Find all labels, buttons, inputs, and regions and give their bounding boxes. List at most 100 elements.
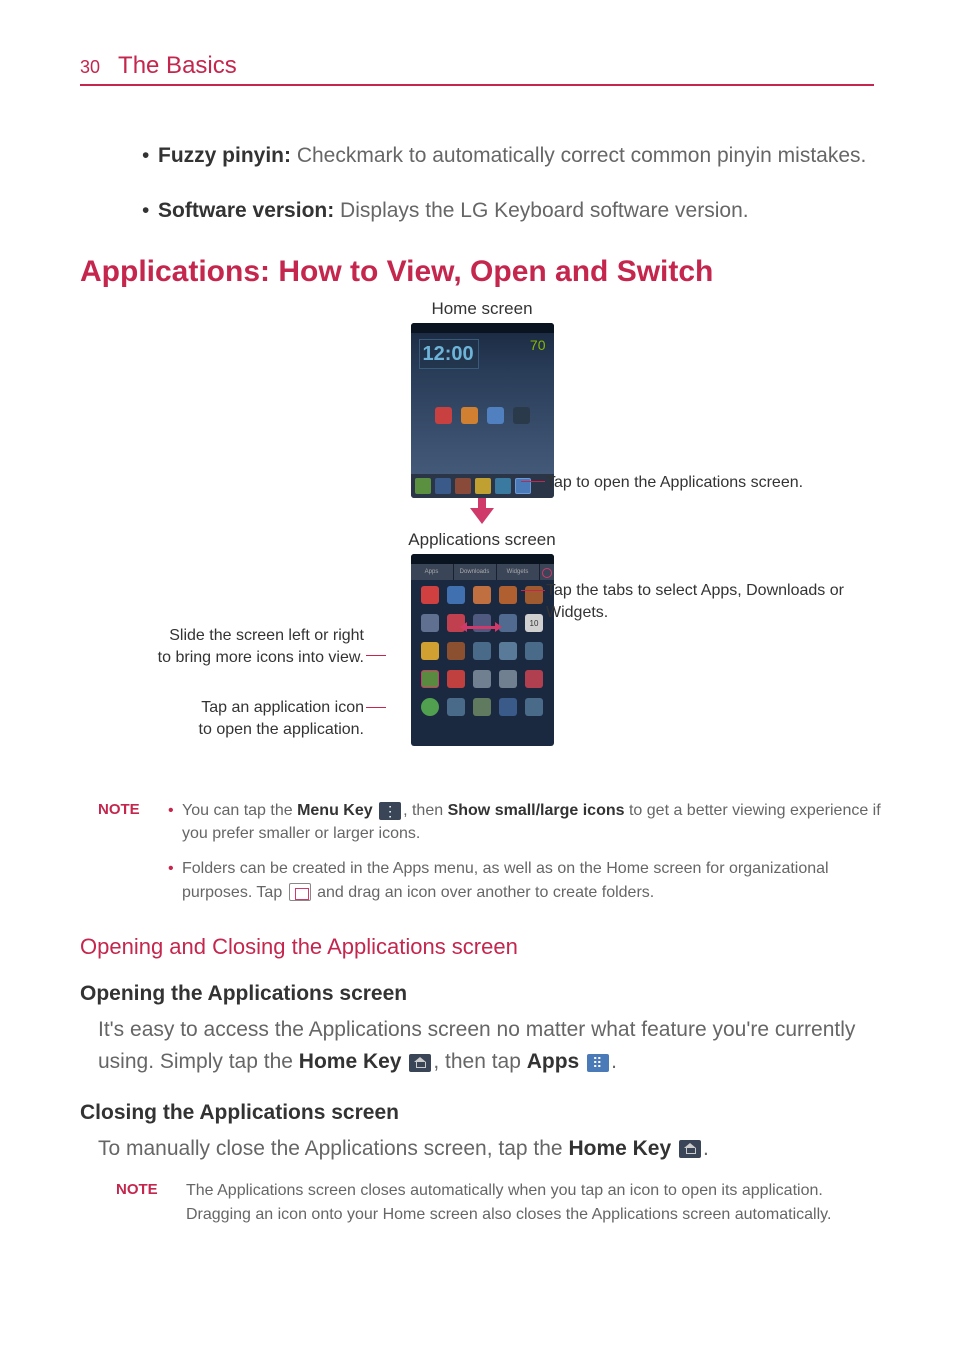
calendar-icon: 10: [525, 614, 543, 632]
home-key-icon: [409, 1054, 431, 1072]
note-label-2: NOTE: [116, 1179, 176, 1225]
app-icon: [499, 698, 517, 716]
closing-text: To manually close the Applications scree…: [80, 1133, 884, 1166]
heading-opening: Opening the Applications screen: [80, 982, 884, 1006]
bullet-software-version: • Software version: Displays the LG Keyb…: [80, 195, 884, 228]
opening-text-2: , then tap: [433, 1050, 526, 1073]
app-grid-row: [417, 642, 548, 660]
tab-downloads: Downloads: [454, 564, 497, 580]
app-grid-row: [417, 670, 548, 688]
highlighted-app-icon: [421, 670, 439, 688]
clock-widget: 12:00: [419, 339, 479, 369]
note-content-2: The Applications screen closes automatic…: [186, 1179, 884, 1225]
home-screen-mockup: 12:00 70: [411, 323, 554, 498]
dock-bar: [411, 474, 554, 498]
page-number: 30: [80, 57, 100, 78]
software-version-text: Displays the LG Keyboard software versio…: [334, 199, 748, 222]
dock-icon: [455, 478, 471, 494]
app-icon: [513, 407, 530, 424]
bullet-fuzzy-pinyin: • Fuzzy pinyin: Checkmark to automatical…: [80, 140, 884, 173]
app-icon: [447, 642, 465, 660]
callout-line: [521, 481, 545, 482]
show-icons-label: Show small/large icons: [448, 802, 625, 819]
home-screen-label: Home screen: [80, 299, 884, 319]
callout-line: [521, 590, 545, 591]
horizontal-arrow-icon: [466, 626, 496, 629]
software-version-label: Software version:: [158, 199, 334, 222]
app-icon: [525, 586, 543, 604]
dock-icon: [495, 478, 511, 494]
note1-text-a: You can tap the: [182, 802, 297, 819]
callout-tabs: Tap the tabs to select Apps, Downloads o…: [546, 580, 884, 623]
app-icon: [473, 698, 491, 716]
opening-text: It's easy to access the Applications scr…: [80, 1014, 884, 1079]
app-icon: [499, 586, 517, 604]
note-block-2: NOTE The Applications screen closes auto…: [80, 1179, 884, 1225]
callout-tap-1: Tap an application icon: [201, 699, 364, 716]
note1-text-b: , then: [403, 802, 447, 819]
weather-widget: 70: [486, 337, 546, 387]
note-content: You can tap the Menu Key , then Show sma…: [168, 799, 884, 916]
app-icon: [473, 642, 491, 660]
bullet-dot: •: [142, 195, 149, 228]
note-bullet-1: You can tap the Menu Key , then Show sma…: [168, 799, 884, 845]
heading-closing: Closing the Applications screen: [80, 1101, 884, 1125]
diagram-area: Home screen 12:00 70 Tap to: [80, 299, 884, 789]
home-key-label: Home Key: [299, 1050, 402, 1073]
callout-tap-icon: Tap an application icon to open the appl…: [180, 697, 364, 740]
app-icon: [447, 698, 465, 716]
callout-slide: Slide the screen left or right to bring …: [144, 625, 364, 668]
app-grid-row: [417, 586, 548, 604]
app-icon: [421, 642, 439, 660]
note1-line2b: and drag an icon over another to create …: [313, 884, 655, 901]
app-icon: [525, 698, 543, 716]
folder-icon: [289, 883, 311, 901]
dock-icon: [435, 478, 451, 494]
menu-key-label: Menu Key: [297, 802, 373, 819]
bullet-dot: •: [142, 140, 149, 173]
dock-icon: [415, 478, 431, 494]
apps-label: Apps: [527, 1050, 580, 1073]
status-bar: [411, 554, 554, 564]
app-grid-row: 10: [417, 614, 548, 632]
app-icon: [435, 407, 452, 424]
app-icon: [421, 614, 439, 632]
opening-text-3: .: [611, 1050, 617, 1073]
app-icon: [499, 642, 517, 660]
app-icon: [499, 614, 517, 632]
arrow-down-icon: [470, 508, 494, 524]
note-block-1: NOTE You can tap the Menu Key , then Sho…: [80, 799, 884, 916]
dock-icon: [475, 478, 491, 494]
apps-icon: [587, 1054, 609, 1072]
app-grid-row: [417, 698, 548, 716]
page-header: 30 The Basics: [80, 52, 874, 86]
home-key-label-2: Home Key: [568, 1137, 671, 1160]
app-icon: [525, 642, 543, 660]
section-title: The Basics: [118, 52, 237, 80]
callout-line: [366, 707, 386, 708]
app-icon: [473, 670, 491, 688]
highlight-circle-icon: [542, 568, 552, 578]
app-icon: [473, 614, 491, 632]
app-icon: [421, 698, 439, 716]
app-icon: [421, 586, 439, 604]
app-grid: 10: [411, 580, 554, 732]
app-icon: [461, 407, 478, 424]
tab-menu: [540, 564, 554, 580]
callout-tabs-text: Tap the tabs to select Apps, Downloads o…: [546, 582, 844, 621]
callout-line: [366, 655, 386, 656]
app-icon: [447, 670, 465, 688]
callout-apps-button: Tap to open the Applications screen.: [546, 472, 803, 494]
apps-screen-label: Applications screen: [80, 530, 884, 550]
apps-screen-mockup: Apps Downloads Widgets: [411, 554, 554, 746]
menu-key-icon: [379, 802, 401, 820]
tab-widgets: Widgets: [497, 564, 540, 580]
home-key-icon: [679, 1140, 701, 1158]
fuzzy-pinyin-label: Fuzzy pinyin:: [158, 144, 291, 167]
tab-apps: Apps: [411, 564, 454, 580]
callout-slide-2: to bring more icons into view.: [158, 649, 364, 666]
app-icon: [499, 670, 517, 688]
app-icon: [473, 586, 491, 604]
status-bar: [411, 323, 554, 333]
app-icon: [447, 586, 465, 604]
